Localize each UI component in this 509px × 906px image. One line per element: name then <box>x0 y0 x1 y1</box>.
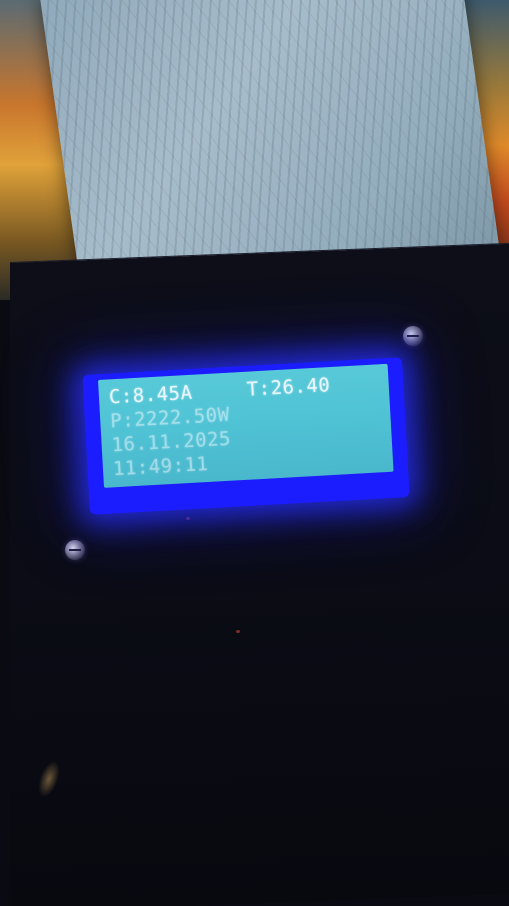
black-enclosure <box>10 242 509 906</box>
screw-icon <box>403 326 423 346</box>
indicator-dot <box>186 517 190 520</box>
screw-icon <box>65 540 85 560</box>
photo-scene: C:8.45A T:26.40 P:2222.50W 16.11.2025 11… <box>0 0 509 906</box>
lcd-display: C:8.45A T:26.40 P:2222.50W 16.11.2025 11… <box>98 363 394 488</box>
time-reading: 11:49:11 <box>112 452 209 481</box>
indicator-dot <box>236 630 240 633</box>
